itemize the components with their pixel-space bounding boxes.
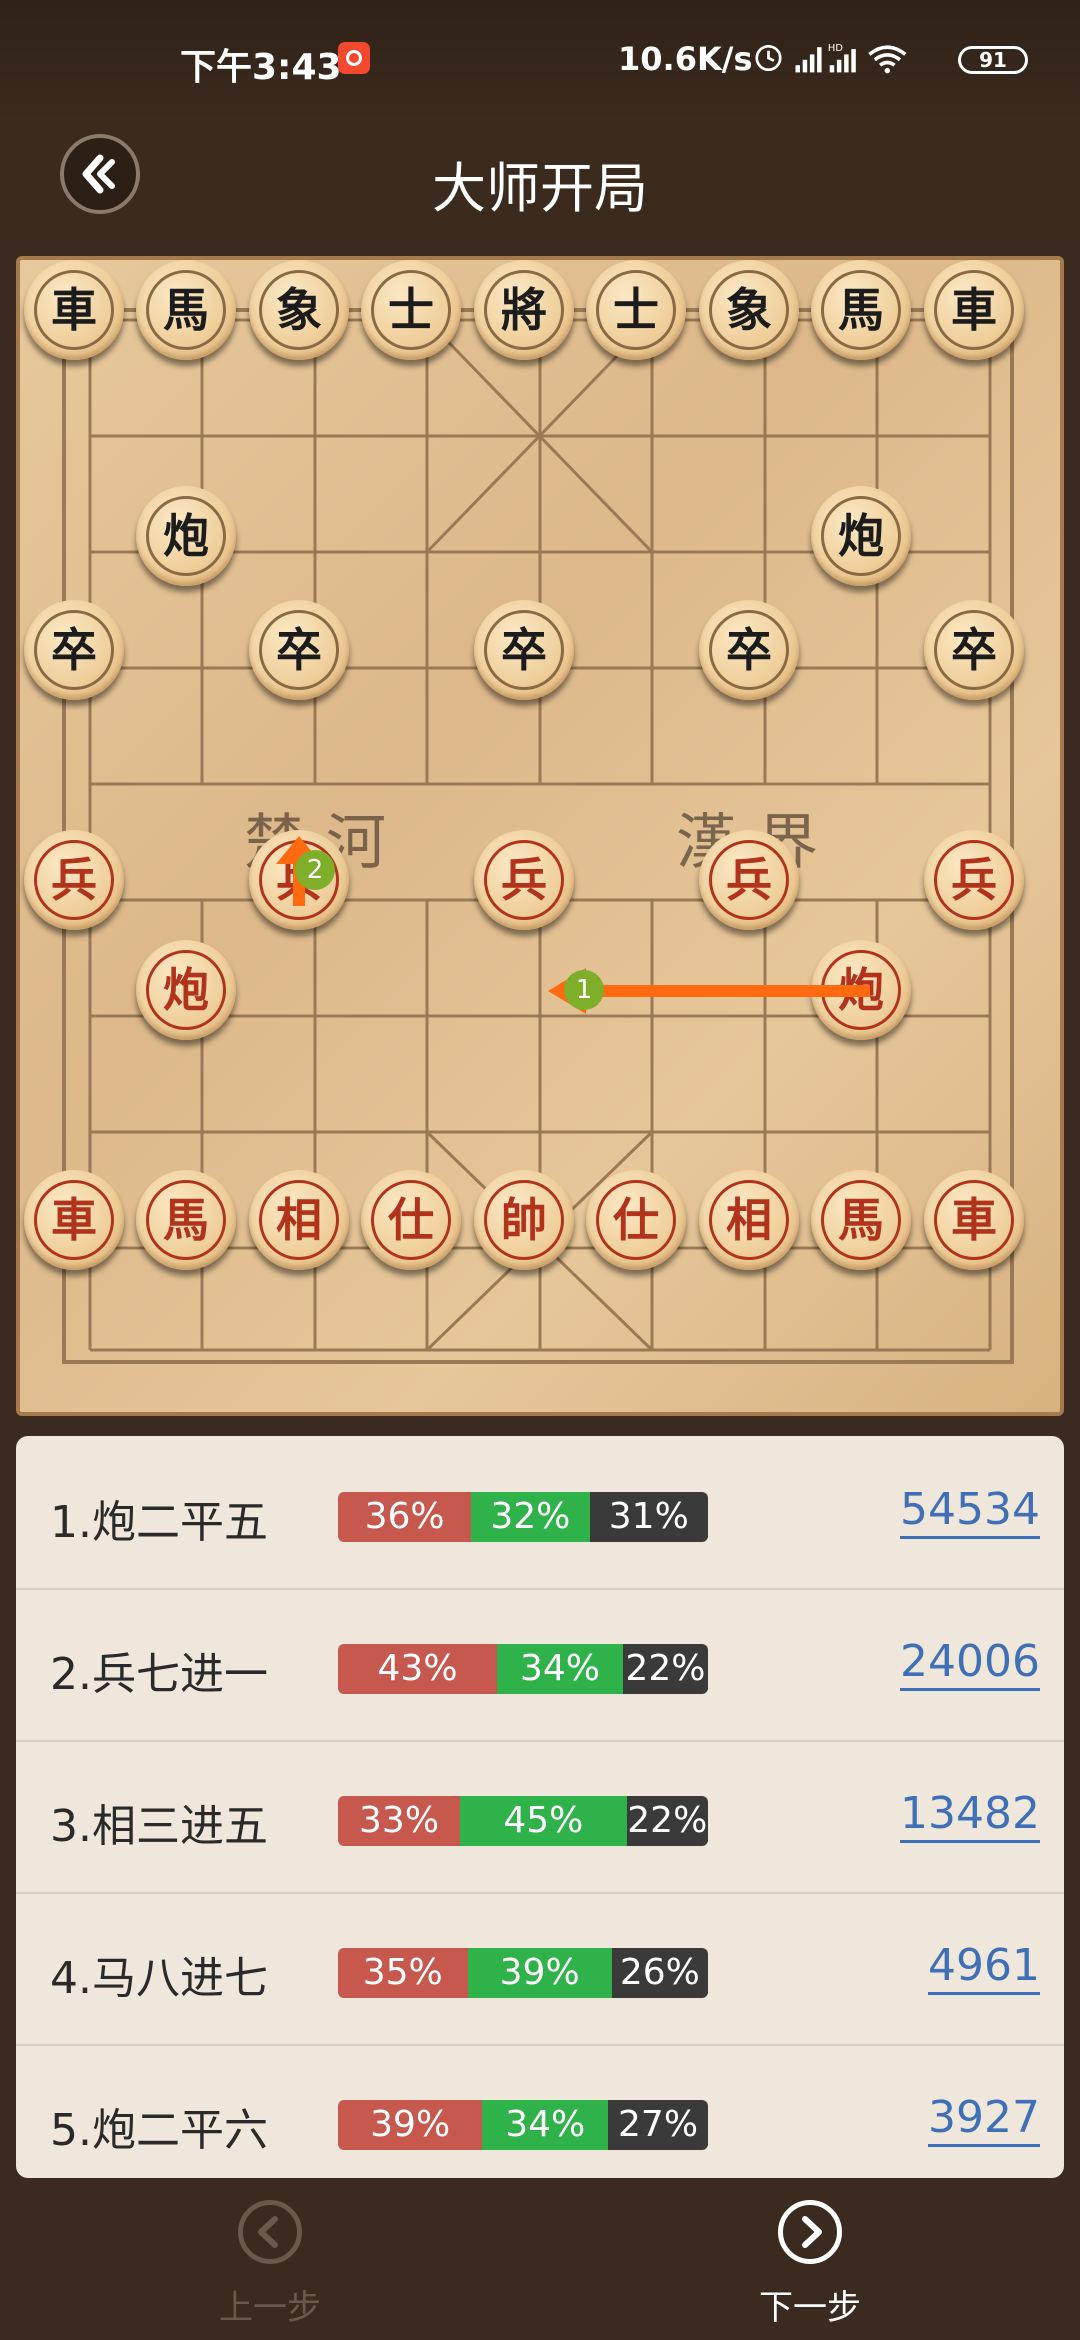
page-title: 大师开局: [432, 157, 648, 220]
list-item[interactable]: 1.炮二平五 36% 32% 31% 54534: [16, 1436, 1064, 1590]
hint-marker-1: 1: [564, 970, 604, 1010]
signal-icon: [795, 47, 822, 73]
move-name: 5.炮二平六: [50, 2105, 268, 2156]
wifi-icon: [868, 45, 907, 74]
signal-hd-icon: HD: [828, 43, 856, 73]
game-count-link[interactable]: 3927: [928, 2092, 1040, 2147]
red-win-rate: 43%: [338, 1644, 498, 1694]
draw-rate: 32%: [471, 1492, 590, 1542]
draw-rate: 39%: [467, 1948, 612, 1998]
list-item[interactable]: 3.相三进五 33% 45% 22% 13482: [16, 1740, 1064, 1894]
move-name: 4.马八进七: [50, 1953, 268, 2004]
app-header: 大师开局: [0, 120, 1080, 242]
hint-marker-2: 2: [295, 850, 335, 890]
svg-text:HD: HD: [828, 43, 843, 54]
status-bar: 下午3:43 10.6K/s HD 91: [0, 0, 1080, 120]
move-name: 1.炮二平五: [50, 1497, 268, 1548]
win-rate-bar: 33% 45% 22%: [338, 1796, 708, 1846]
hint-arrow-1-shaft: [580, 985, 870, 997]
black-win-rate: 22%: [622, 1644, 708, 1694]
prev-step-label: 上一步: [219, 2288, 321, 2328]
move-name: 2.兵七进一: [50, 1649, 268, 1700]
move-hints: [276, 836, 870, 1014]
draw-rate: 34%: [482, 2100, 609, 2150]
black-win-rate: 26%: [611, 1948, 708, 1998]
game-count-link[interactable]: 4961: [928, 1940, 1040, 1995]
move-name: 3.相三进五: [50, 1801, 268, 1852]
list-item[interactable]: 2.兵七进一 43% 34% 22% 24006: [16, 1588, 1064, 1742]
network-speed: 10.6K/s: [618, 40, 753, 78]
win-rate-bar: 36% 32% 31%: [338, 1492, 708, 1542]
draw-rate: 45%: [460, 1796, 627, 1846]
black-win-rate: 27%: [608, 2100, 708, 2150]
game-count-link[interactable]: 13482: [900, 1788, 1040, 1843]
draw-rate: 34%: [497, 1644, 623, 1694]
prev-step-button[interactable]: 上一步: [170, 2198, 370, 2338]
next-step-button[interactable]: 下一步: [710, 2198, 910, 2338]
red-win-rate: 39%: [338, 2100, 483, 2150]
game-count-link[interactable]: 54534: [900, 1484, 1040, 1539]
win-rate-bar: 35% 39% 26%: [338, 1948, 708, 1998]
chevron-left-icon: [238, 2200, 302, 2264]
black-win-rate: 31%: [589, 1492, 708, 1542]
app-notification-icon: [338, 42, 370, 74]
opening-moves-list: 1.炮二平五 36% 32% 31% 54534 2.兵七进一 43% 34% …: [16, 1436, 1064, 2178]
win-rate-bar: 39% 34% 27%: [338, 2100, 708, 2150]
next-step-label: 下一步: [759, 2288, 861, 2328]
list-item[interactable]: 5.炮二平六 39% 34% 27% 3927: [16, 2044, 1064, 2178]
chess-board[interactable]: 楚河 漢界 車 馬 象 士 將 士 象 馬 車 炮 炮 卒 卒 卒 卒 卒 兵 …: [16, 256, 1064, 1416]
status-time: 下午3:43: [180, 47, 342, 88]
red-win-rate: 33%: [338, 1796, 461, 1846]
battery-icon: 91: [958, 46, 1028, 74]
red-win-rate: 36%: [338, 1492, 472, 1542]
red-win-rate: 35%: [338, 1948, 468, 1998]
win-rate-bar: 43% 34% 22%: [338, 1644, 708, 1694]
battery-level: 91: [979, 48, 1007, 72]
black-win-rate: 22%: [626, 1796, 708, 1846]
status-icons: HD: [755, 43, 907, 74]
chevron-right-icon: [778, 2200, 842, 2264]
list-item[interactable]: 4.马八进七 35% 39% 26% 4961: [16, 1892, 1064, 2046]
bottom-nav: 上一步 下一步: [0, 2188, 1080, 2340]
game-count-link[interactable]: 24006: [900, 1636, 1040, 1691]
